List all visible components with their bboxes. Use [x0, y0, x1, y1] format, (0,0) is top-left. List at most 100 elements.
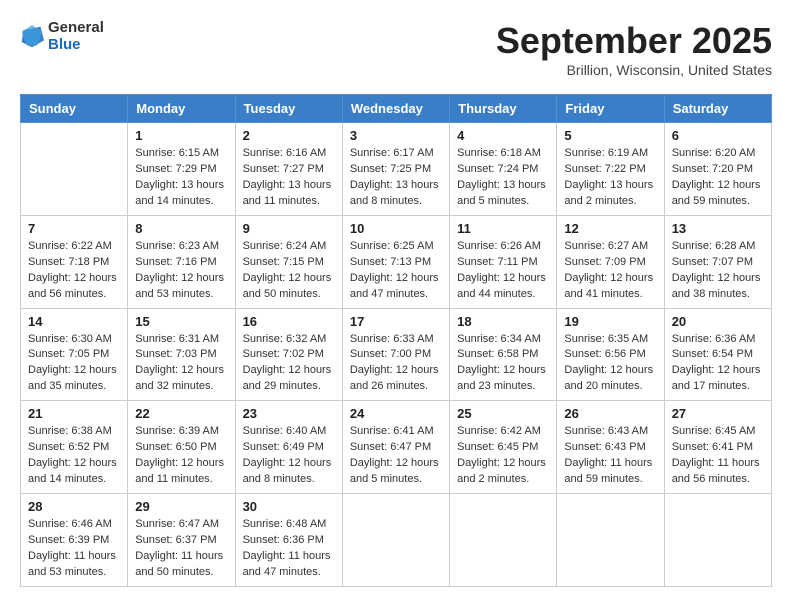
calendar-cell: 19Sunrise: 6:35 AMSunset: 6:56 PMDayligh… [557, 308, 664, 401]
calendar-day-header: Tuesday [235, 95, 342, 123]
day-number: 14 [28, 314, 120, 329]
day-number: 20 [672, 314, 764, 329]
day-info: Sunrise: 6:47 AMSunset: 6:37 PMDaylight:… [135, 517, 227, 581]
day-number: 15 [135, 314, 227, 329]
calendar-cell: 29 Sunrise: 6:47 AMSunset: 6:37 PMDayligh… [128, 494, 235, 587]
day-info: Sunrise: 6:25 AMSunset: 7:13 PMDaylight:… [350, 239, 442, 303]
calendar-cell: 5 Sunrise: 6:19 AMSunset: 7:22 PMDaylight… [557, 123, 664, 216]
day-number: 23 [243, 406, 335, 421]
calendar-cell: 7 Sunrise: 6:22 AMSunset: 7:18 PMDaylight… [21, 215, 128, 308]
day-info: Sunrise: 6:40 AMSunset: 6:49 PMDaylight:… [243, 424, 335, 488]
day-number: 27 [672, 406, 764, 421]
day-info: Sunrise: 6:15 AMSunset: 7:29 PMDaylight:… [135, 146, 227, 210]
day-info: Sunrise: 6:18 AMSunset: 7:24 PMDaylight:… [457, 146, 549, 210]
day-number: 6 [672, 128, 764, 143]
calendar-week-row: 1 Sunrise: 6:15 AMSunset: 7:29 PMDaylight… [21, 123, 772, 216]
calendar-cell: 6 Sunrise: 6:20 AMSunset: 7:20 PMDaylight… [664, 123, 771, 216]
calendar-cell: 23 Sunrise: 6:40 AMSunset: 6:49 PMDayligh… [235, 401, 342, 494]
calendar-week-row: 21Sunrise: 6:38 AMSunset: 6:52 PMDayligh… [21, 401, 772, 494]
day-number: 2 [243, 128, 335, 143]
calendar-cell: 26Sunrise: 6:43 AMSunset: 6:43 PMDayligh… [557, 401, 664, 494]
logo-blue-text: Blue [48, 37, 104, 54]
location-text: Brillion, Wisconsin, United States [496, 62, 772, 78]
calendar-cell: 14 Sunrise: 6:30 AMSunset: 7:05 PMDayligh… [21, 308, 128, 401]
calendar-cell: 13 Sunrise: 6:28 AMSunset: 7:07 PMDayligh… [664, 215, 771, 308]
day-info: Sunrise: 6:34 AMSunset: 6:58 PMDaylight:… [457, 332, 549, 396]
calendar-cell: 21Sunrise: 6:38 AMSunset: 6:52 PMDayligh… [21, 401, 128, 494]
day-number: 1 [135, 128, 227, 143]
calendar-cell: 15 Sunrise: 6:31 AMSunset: 7:03 PMDayligh… [128, 308, 235, 401]
day-number: 19 [564, 314, 656, 329]
calendar-day-header: Sunday [21, 95, 128, 123]
calendar-cell: 8Sunrise: 6:23 AMSunset: 7:16 PMDaylight… [128, 215, 235, 308]
day-info: Sunrise: 6:30 AMSunset: 7:05 PMDaylight:… [28, 332, 120, 396]
calendar-cell [664, 494, 771, 587]
day-info: Sunrise: 6:27 AMSunset: 7:09 PMDaylight:… [564, 239, 656, 303]
calendar-table: SundayMondayTuesdayWednesdayThursdayFrid… [20, 94, 772, 587]
calendar-cell: 20Sunrise: 6:36 AMSunset: 6:54 PMDayligh… [664, 308, 771, 401]
day-number: 26 [564, 406, 656, 421]
calendar-cell: 16 Sunrise: 6:32 AMSunset: 7:02 PMDayligh… [235, 308, 342, 401]
day-number: 13 [672, 221, 764, 236]
day-info: Sunrise: 6:31 AMSunset: 7:03 PMDaylight:… [135, 332, 227, 396]
day-info: Sunrise: 6:45 AMSunset: 6:41 PMDaylight:… [672, 424, 764, 488]
calendar-cell: 3 Sunrise: 6:17 AMSunset: 7:25 PMDaylight… [342, 123, 449, 216]
day-number: 29 [135, 499, 227, 514]
logo-general-text: General [48, 20, 104, 37]
day-number: 17 [350, 314, 442, 329]
day-info: Sunrise: 6:46 AMSunset: 6:39 PMDaylight:… [28, 517, 120, 581]
title-block: September 2025 Brillion, Wisconsin, Unit… [496, 20, 772, 78]
calendar-cell [342, 494, 449, 587]
calendar-cell: 25Sunrise: 6:42 AMSunset: 6:45 PMDayligh… [450, 401, 557, 494]
calendar-cell: 28 Sunrise: 6:46 AMSunset: 6:39 PMDayligh… [21, 494, 128, 587]
day-number: 9 [243, 221, 335, 236]
day-info: Sunrise: 6:20 AMSunset: 7:20 PMDaylight:… [672, 146, 764, 210]
day-number: 30 [243, 499, 335, 514]
day-number: 3 [350, 128, 442, 143]
calendar-cell: 4 Sunrise: 6:18 AMSunset: 7:24 PMDaylight… [450, 123, 557, 216]
day-info: Sunrise: 6:41 AMSunset: 6:47 PMDaylight:… [350, 424, 442, 488]
calendar-day-header: Thursday [450, 95, 557, 123]
day-number: 10 [350, 221, 442, 236]
day-info: Sunrise: 6:28 AMSunset: 7:07 PMDaylight:… [672, 239, 764, 303]
day-info: Sunrise: 6:22 AMSunset: 7:18 PMDaylight:… [28, 239, 120, 303]
calendar-cell [557, 494, 664, 587]
calendar-day-header: Saturday [664, 95, 771, 123]
day-number: 22 [135, 406, 227, 421]
day-info: Sunrise: 6:16 AMSunset: 7:27 PMDaylight:… [243, 146, 335, 210]
day-info: Sunrise: 6:48 AMSunset: 6:36 PMDaylight:… [243, 517, 335, 581]
day-number: 11 [457, 221, 549, 236]
day-number: 21 [28, 406, 120, 421]
calendar-week-row: 14 Sunrise: 6:30 AMSunset: 7:05 PMDayligh… [21, 308, 772, 401]
day-number: 28 [28, 499, 120, 514]
day-info: Sunrise: 6:17 AMSunset: 7:25 PMDaylight:… [350, 146, 442, 210]
logo-icon [20, 23, 44, 51]
calendar-cell: 24Sunrise: 6:41 AMSunset: 6:47 PMDayligh… [342, 401, 449, 494]
day-info: Sunrise: 6:26 AMSunset: 7:11 PMDaylight:… [457, 239, 549, 303]
day-number: 16 [243, 314, 335, 329]
day-info: Sunrise: 6:33 AMSunset: 7:00 PMDaylight:… [350, 332, 442, 396]
day-number: 5 [564, 128, 656, 143]
calendar-cell: 27 Sunrise: 6:45 AMSunset: 6:41 PMDayligh… [664, 401, 771, 494]
day-info: Sunrise: 6:19 AMSunset: 7:22 PMDaylight:… [564, 146, 656, 210]
day-number: 25 [457, 406, 549, 421]
calendar-cell [450, 494, 557, 587]
calendar-cell: 1 Sunrise: 6:15 AMSunset: 7:29 PMDaylight… [128, 123, 235, 216]
calendar-cell: 11 Sunrise: 6:26 AMSunset: 7:11 PMDayligh… [450, 215, 557, 308]
calendar-day-header: Friday [557, 95, 664, 123]
calendar-cell: 10 Sunrise: 6:25 AMSunset: 7:13 PMDayligh… [342, 215, 449, 308]
calendar-header-row: SundayMondayTuesdayWednesdayThursdayFrid… [21, 95, 772, 123]
calendar-cell: 22Sunrise: 6:39 AMSunset: 6:50 PMDayligh… [128, 401, 235, 494]
day-number: 7 [28, 221, 120, 236]
day-number: 12 [564, 221, 656, 236]
calendar-cell: 30 Sunrise: 6:48 AMSunset: 6:36 PMDayligh… [235, 494, 342, 587]
logo: General Blue [20, 20, 104, 53]
page-header: General Blue September 2025 Brillion, Wi… [20, 20, 772, 78]
calendar-cell: 17 Sunrise: 6:33 AMSunset: 7:00 PMDayligh… [342, 308, 449, 401]
calendar-day-header: Wednesday [342, 95, 449, 123]
day-number: 4 [457, 128, 549, 143]
calendar-cell: 9Sunrise: 6:24 AMSunset: 7:15 PMDaylight… [235, 215, 342, 308]
day-info: Sunrise: 6:32 AMSunset: 7:02 PMDaylight:… [243, 332, 335, 396]
calendar-cell: 12 Sunrise: 6:27 AMSunset: 7:09 PMDayligh… [557, 215, 664, 308]
calendar-cell: 18Sunrise: 6:34 AMSunset: 6:58 PMDayligh… [450, 308, 557, 401]
